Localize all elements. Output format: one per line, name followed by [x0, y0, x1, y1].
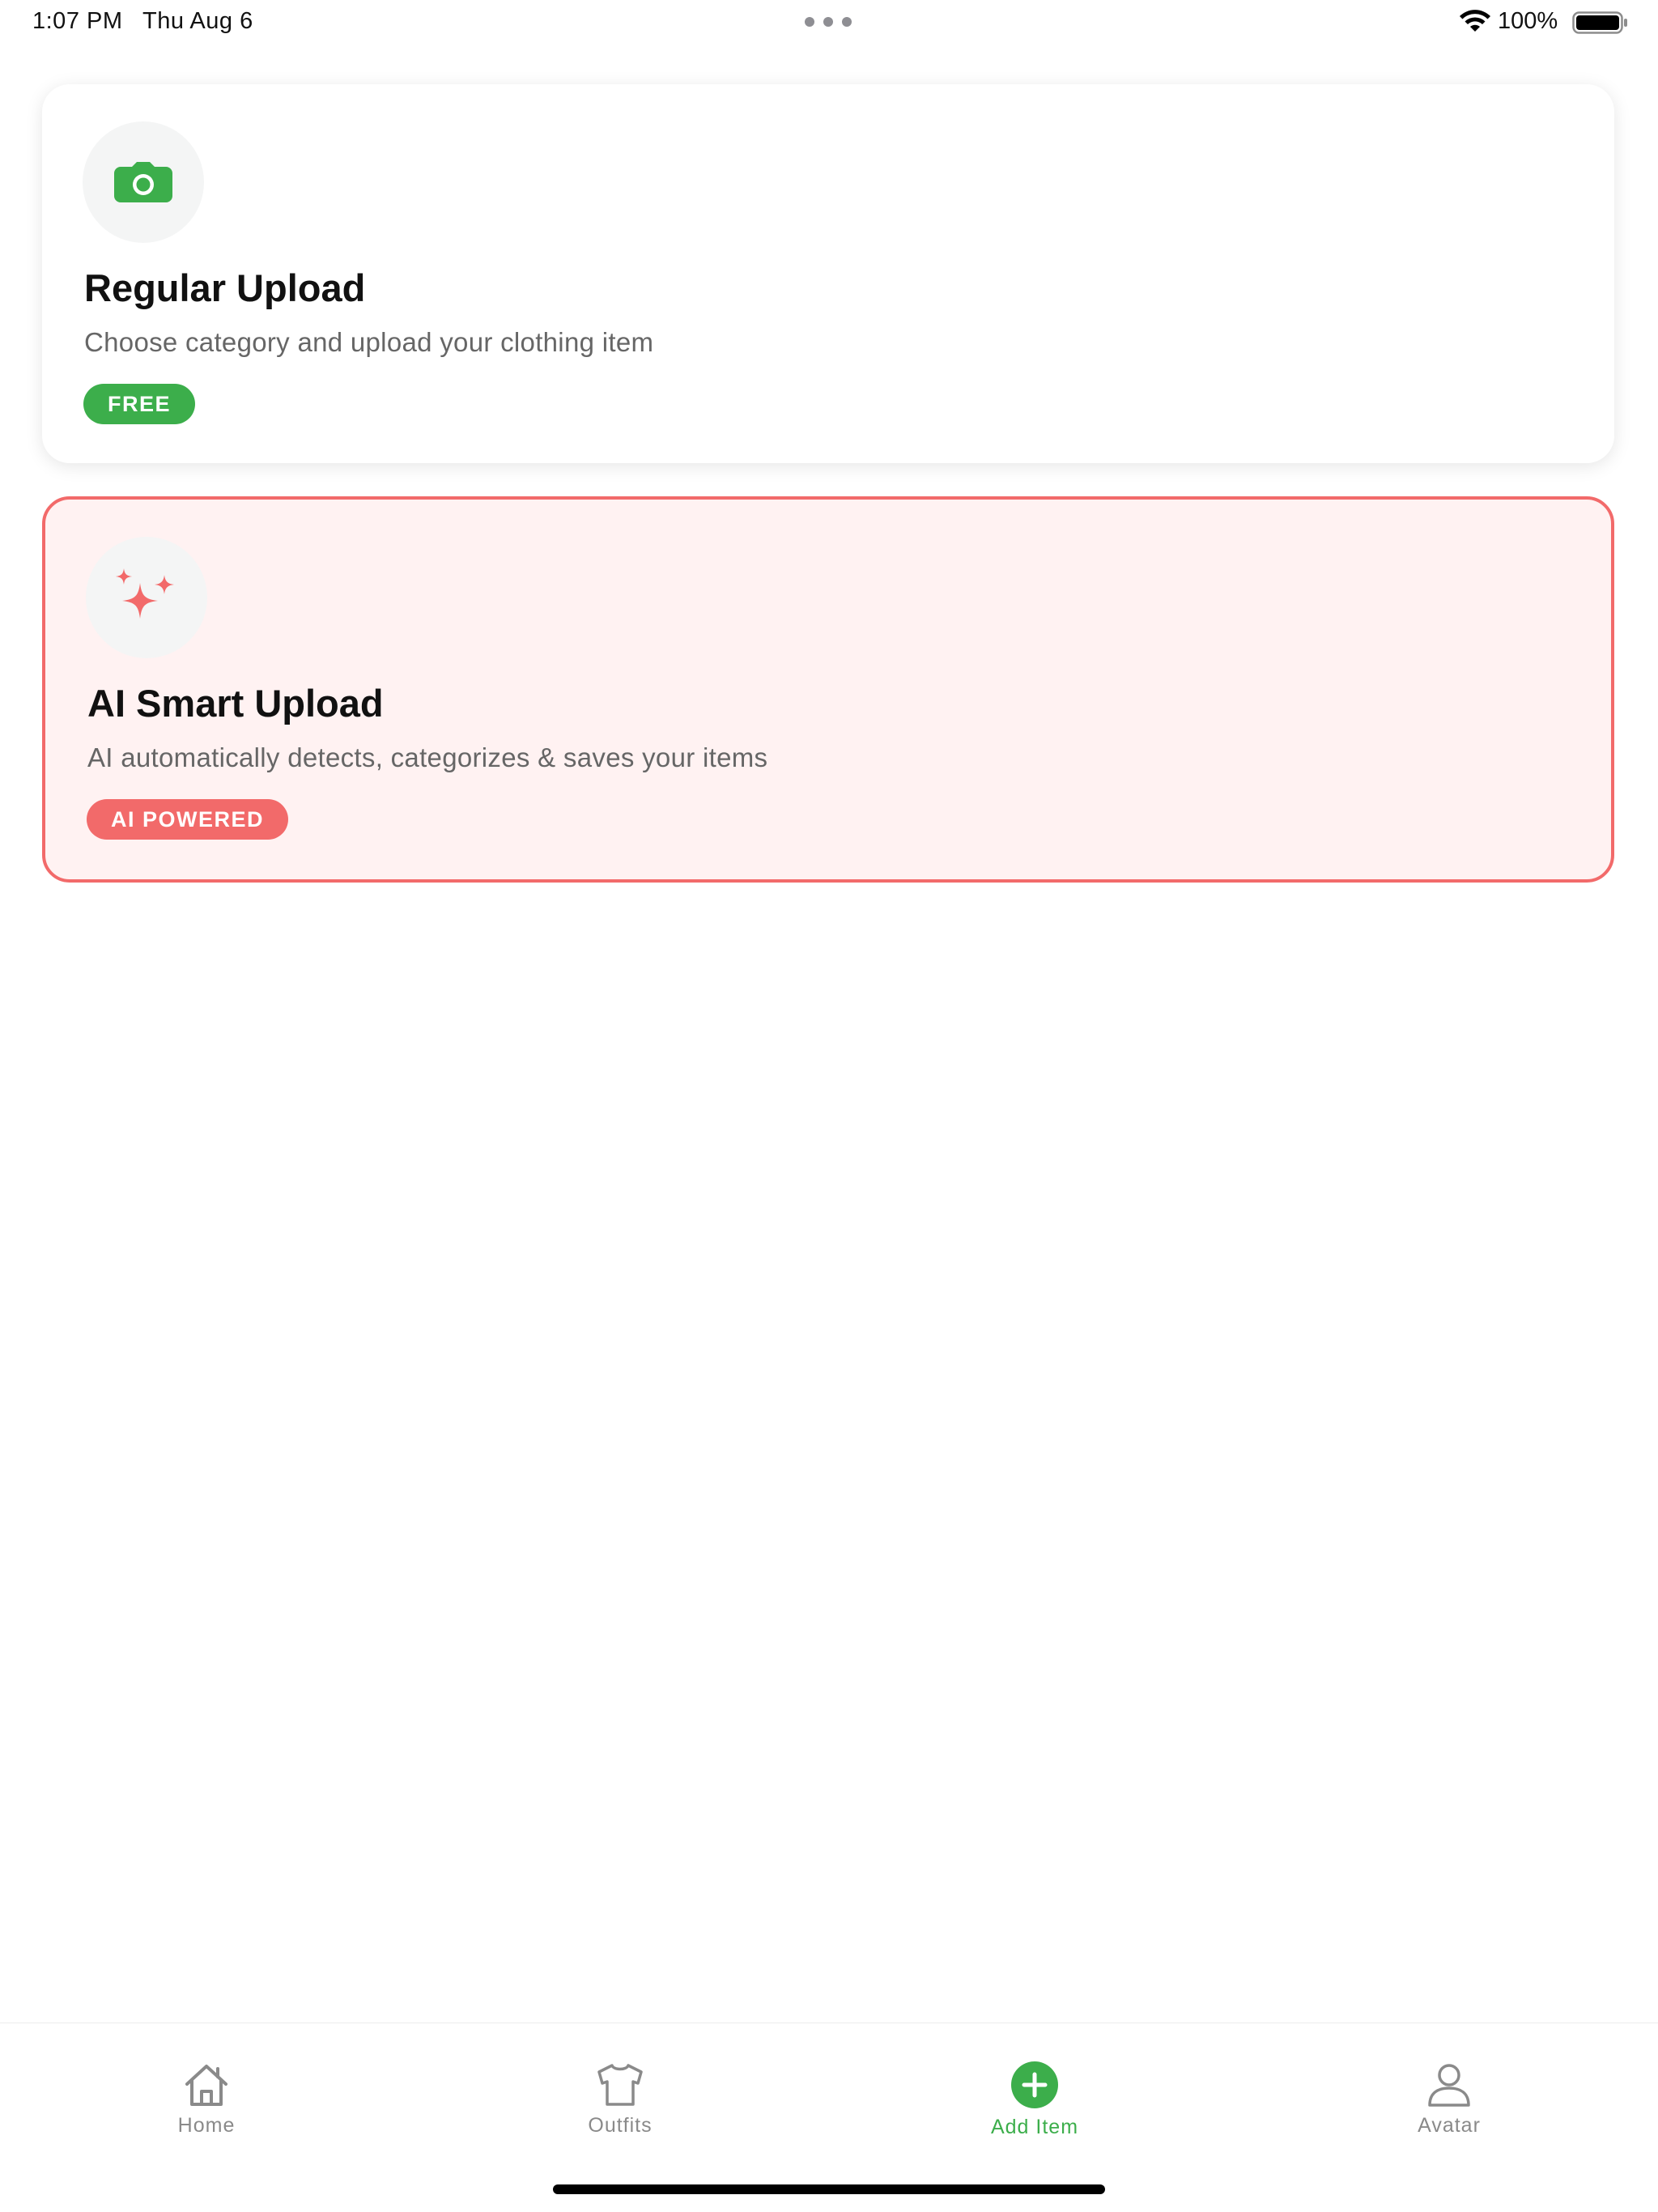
tab-bar: Home Outfits Add Item Avatar: [0, 2023, 1658, 2212]
tab-label: Home: [177, 2114, 236, 2137]
status-time: 1:07 PM: [32, 8, 123, 34]
tab-add-item[interactable]: Add Item: [913, 2023, 1156, 2145]
plus-circle-icon: [1011, 2061, 1058, 2108]
sparkles-icon: [116, 568, 174, 619]
add-item-screen: 1:07 PM Thu Aug 6 100% Regular Upload Ch…: [0, 0, 1658, 2212]
status-bar: 1:07 PM Thu Aug 6 100%: [0, 0, 1658, 45]
multitasking-menu-icon[interactable]: [805, 16, 852, 28]
ai-smart-upload-card[interactable]: AI Smart Upload AI automatically detects…: [42, 496, 1614, 883]
regular-upload-card[interactable]: Regular Upload Choose category and uploa…: [42, 84, 1614, 463]
card-description: AI automatically detects, categorizes & …: [87, 742, 768, 772]
tab-label: Outfits: [588, 2114, 653, 2137]
status-date: Thu Aug 6: [142, 8, 253, 34]
ai-powered-badge: AI POWERED: [87, 799, 289, 840]
camera-icon-container: [83, 121, 204, 243]
battery-icon: [1572, 11, 1627, 34]
free-badge: FREE: [83, 384, 196, 424]
camera-icon: [114, 162, 172, 202]
home-indicator[interactable]: [553, 2184, 1105, 2194]
tab-avatar[interactable]: Avatar: [1328, 2023, 1571, 2145]
tab-home[interactable]: Home: [85, 2023, 328, 2145]
wifi-icon: [1460, 10, 1490, 32]
shirt-icon: [597, 2064, 643, 2106]
battery-percent: 100%: [1498, 8, 1558, 34]
card-description: Choose category and upload your clothing…: [84, 327, 654, 357]
card-title: AI Smart Upload: [87, 682, 384, 725]
tab-outfits[interactable]: Outfits: [499, 2023, 742, 2145]
card-title: Regular Upload: [84, 266, 366, 309]
tab-label: Avatar: [1418, 2114, 1481, 2137]
tab-label: Add Item: [990, 2116, 1079, 2138]
sparkles-icon-container: [86, 537, 207, 658]
person-icon: [1428, 2064, 1470, 2107]
house-icon: [185, 2065, 227, 2106]
